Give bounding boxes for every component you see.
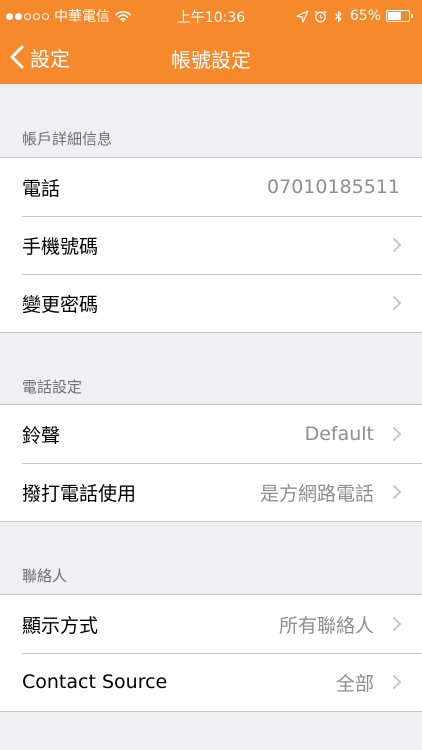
status-bar: 中華電信 上午10:36 65% <box>0 0 422 32</box>
row-ringtone[interactable]: 鈴聲 Default <box>0 405 422 463</box>
alarm-icon <box>314 10 327 22</box>
chevron-right-icon <box>393 617 401 631</box>
battery-tip <box>411 14 413 18</box>
chevron-right-icon <box>393 296 401 310</box>
row-mobile-number[interactable]: 手機號碼 <box>0 216 422 274</box>
row-call-using[interactable]: 撥打電話使用 是方網路電話 <box>0 463 422 521</box>
group-phone-settings: 鈴聲 Default 撥打電話使用 是方網路電話 <box>0 404 422 522</box>
section-header-contacts: 聯絡人 <box>22 567 68 585</box>
row-label: Contact Source <box>22 671 168 693</box>
row-value: Default <box>304 423 374 445</box>
row-label: 手機號碼 <box>22 235 99 258</box>
row-label: 電話 <box>22 177 61 200</box>
chevron-right-icon <box>393 427 401 441</box>
chevron-right-icon <box>393 675 401 689</box>
status-right: 65% <box>296 7 414 25</box>
row-value: 07010185511 <box>267 176 400 198</box>
section-header-phone-settings: 電話設定 <box>22 378 83 396</box>
row-value: 是方網路電話 <box>259 482 374 505</box>
battery-fill <box>388 12 401 20</box>
row-label: 變更密碼 <box>22 293 99 316</box>
row-value: 所有聯絡人 <box>278 614 374 637</box>
group-account: 電話 07010185511 手機號碼 變更密碼 <box>0 157 422 333</box>
row-change-password[interactable]: 變更密碼 <box>0 274 422 332</box>
bluetooth-icon <box>334 10 342 22</box>
row-phone[interactable]: 電話 07010185511 <box>0 158 422 216</box>
battery-percent: 65% <box>349 8 381 24</box>
page-title: 帳號設定 <box>171 48 251 72</box>
row-label: 顯示方式 <box>22 614 99 637</box>
chevron-right-icon <box>393 238 401 252</box>
battery-icon <box>386 10 414 22</box>
chevron-right-icon <box>393 485 401 499</box>
app-header: 中華電信 上午10:36 65% 設定 帳號設定 <box>0 0 422 84</box>
row-display-mode[interactable]: 顯示方式 所有聯絡人 <box>0 595 422 653</box>
row-contact-source[interactable]: Contact Source 全部 <box>0 653 422 711</box>
section-header-account: 帳戶詳細信息 <box>22 130 113 148</box>
row-value: 全部 <box>335 672 374 695</box>
row-label: 撥打電話使用 <box>22 482 137 505</box>
location-arrow-icon <box>296 9 309 23</box>
nav-bar: 設定 帳號設定 <box>0 32 422 84</box>
group-contacts: 顯示方式 所有聯絡人 Contact Source 全部 <box>0 594 422 712</box>
row-label: 鈴聲 <box>22 424 61 447</box>
